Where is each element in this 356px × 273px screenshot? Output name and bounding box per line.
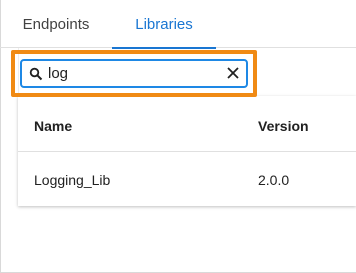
tab-endpoints[interactable]: Endpoints xyxy=(6,0,106,48)
close-icon[interactable] xyxy=(226,66,240,80)
search-field[interactable] xyxy=(20,59,248,88)
column-header-name[interactable]: Name xyxy=(34,118,72,134)
header-divider xyxy=(18,151,356,152)
table-cell-version: 2.0.0 xyxy=(258,172,290,188)
search-icon xyxy=(27,65,45,83)
table-cell-name[interactable]: Logging_Lib xyxy=(34,172,110,188)
search-input[interactable] xyxy=(48,62,218,85)
tab-libraries[interactable]: Libraries xyxy=(112,0,216,49)
column-header-version[interactable]: Version xyxy=(258,118,309,134)
tab-bar: Endpoints Libraries xyxy=(0,0,356,49)
